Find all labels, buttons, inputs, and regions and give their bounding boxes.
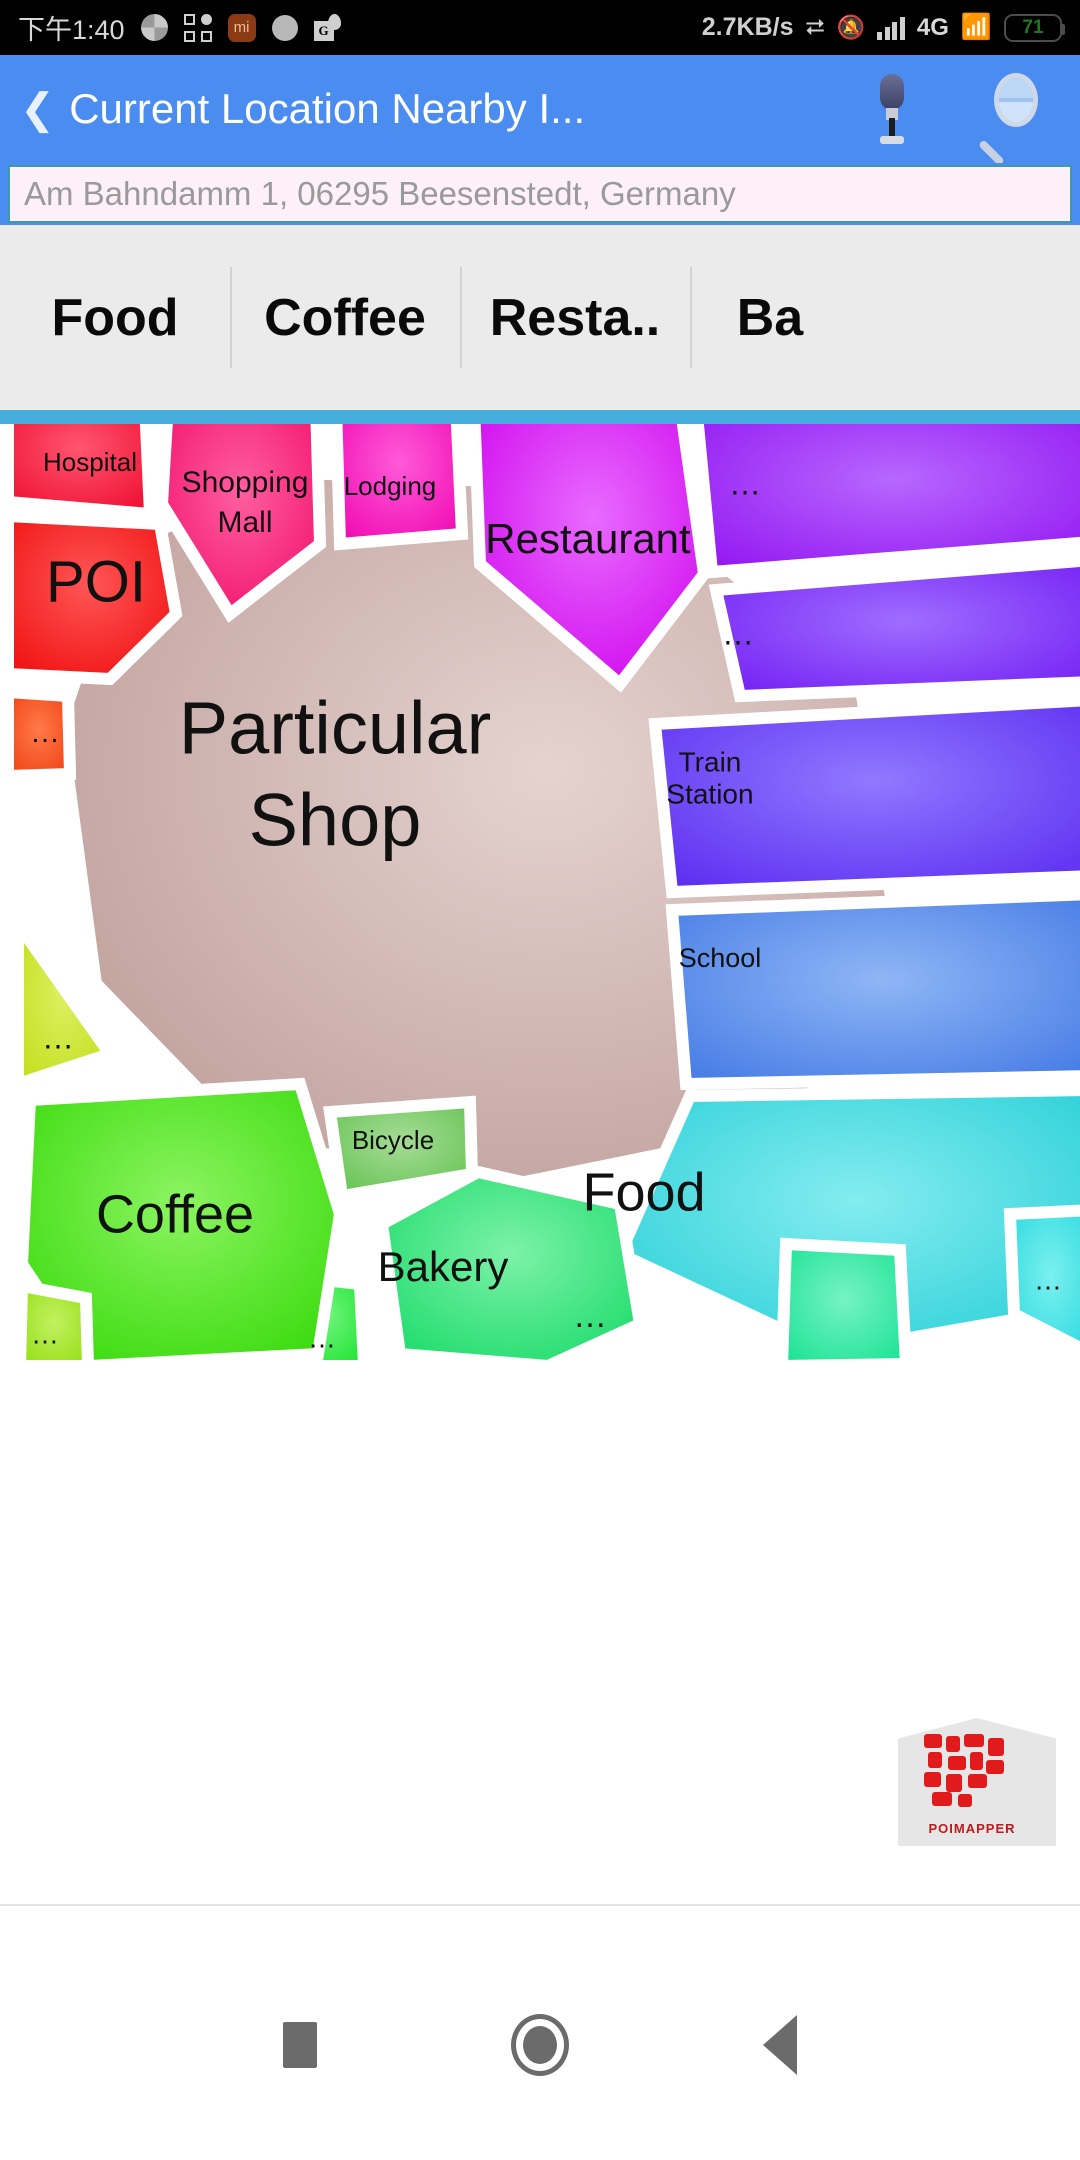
triangle-left-icon xyxy=(763,2015,797,2075)
center-label-line1: Particular xyxy=(179,687,492,770)
recents-button[interactable] xyxy=(245,1990,355,2100)
system-navigation-bar xyxy=(0,1930,1080,2160)
content-separator xyxy=(0,1904,1080,1906)
app-bar-actions xyxy=(872,73,1060,167)
back-button[interactable] xyxy=(725,1990,835,2100)
sync-icon xyxy=(140,14,168,41)
category-tabs[interactable]: Food Coffee Resta.. Ba xyxy=(0,225,1080,410)
magnifier-icon[interactable] xyxy=(978,73,1040,167)
poimapper-logo-icon xyxy=(924,1734,1010,1808)
home-button[interactable] xyxy=(485,1990,595,2100)
status-bar-left: 下午1:40 mi G xyxy=(18,8,341,47)
cell-label-more-red: … xyxy=(30,716,60,749)
center-label-line2: Shop xyxy=(249,779,422,862)
mi-app-icon: mi xyxy=(227,13,256,42)
battery-level: 71 xyxy=(1022,16,1044,38)
page-title: Current Location Nearby I... xyxy=(69,85,586,132)
cell-label-train-2: Station xyxy=(666,778,753,809)
address-value: Am Bahndamm 1, 06295 Beesenstedt, German… xyxy=(24,175,736,212)
tab-food[interactable]: Food xyxy=(0,225,230,410)
cell-label-more-lime: … xyxy=(31,1318,59,1349)
wifi-icon: 📶 xyxy=(960,13,992,41)
mute-bell-icon: 🔕 xyxy=(836,14,866,40)
cell-label-bicycle: Bicycle xyxy=(352,1125,434,1155)
cell-label-more-green: … xyxy=(308,1322,336,1353)
cell-label-bakery: Bakery xyxy=(378,1243,509,1290)
cell-more-violet-2[interactable] xyxy=(708,554,1080,703)
cell-label-poi: POI xyxy=(46,549,146,614)
app-grid-icon xyxy=(183,13,212,42)
address-bar: Am Bahndamm 1, 06295 Beesenstedt, German… xyxy=(0,163,1080,225)
cell-label-mall-2: Mall xyxy=(217,506,272,539)
poimapper-logo-tile[interactable]: POIMAPPER xyxy=(898,1718,1056,1846)
address-input[interactable]: Am Bahndamm 1, 06295 Beesenstedt, German… xyxy=(8,165,1072,223)
cell-label-train-1: Train xyxy=(679,746,742,777)
tab-resta[interactable]: Resta.. xyxy=(460,225,690,410)
signal-bars-icon xyxy=(877,16,905,40)
circle-icon xyxy=(511,2014,569,2076)
status-bar-right: 2.7KB/s ⮂ 🔕 4G 📶 71 xyxy=(701,13,1065,42)
cell-label-coffee: Coffee xyxy=(96,1184,254,1244)
tab-indicator xyxy=(0,410,1080,424)
cell-label-more-cyan: … xyxy=(1034,1264,1062,1295)
cell-label-restaurant: Restaurant xyxy=(485,515,691,562)
back-chevron-icon[interactable]: ❮ xyxy=(20,88,55,130)
cell-label-more-yellow: … xyxy=(42,1019,74,1055)
bluetooth-icon: ⮂ xyxy=(805,13,825,41)
network-speed: 2.7KB/s xyxy=(701,13,794,41)
microphone-icon[interactable] xyxy=(872,74,912,144)
network-type: 4G xyxy=(916,13,949,41)
cell-label-more-teal: … xyxy=(573,1297,607,1335)
cell-label-school: School xyxy=(679,943,762,973)
cell-more-teal[interactable] xyxy=(775,1237,913,1373)
poi-polygon-diagram[interactable]: Hospital POI … Shopping Mall Lodging Res… xyxy=(0,424,1080,1904)
cell-label-more-violet-2: … xyxy=(722,615,754,651)
battery-icon: 71 xyxy=(1004,13,1065,42)
square-icon xyxy=(283,2022,317,2068)
cell-school[interactable] xyxy=(665,888,1080,1091)
tab-ba[interactable]: Ba xyxy=(690,225,850,410)
poimapper-logo-caption: POIMAPPER xyxy=(928,1821,1016,1836)
status-time: 下午1:40 xyxy=(18,15,125,45)
cell-label-food: Food xyxy=(582,1162,705,1222)
cell-label-mall-1: Shopping xyxy=(182,466,309,499)
status-bar: 下午1:40 mi G 2.7KB/s ⮂ 🔕 4G 📶 71 xyxy=(0,0,1080,55)
tab-coffee[interactable]: Coffee xyxy=(230,225,460,410)
dot-icon xyxy=(271,14,298,41)
cell-label-lodging: Lodging xyxy=(344,471,437,501)
cell-label-more-violet-1: … xyxy=(729,465,761,501)
google-maps-icon: G xyxy=(313,14,341,41)
cell-label-hospital: Hospital xyxy=(43,447,137,477)
app-bar: ❮ Current Location Nearby I... xyxy=(0,55,1080,167)
